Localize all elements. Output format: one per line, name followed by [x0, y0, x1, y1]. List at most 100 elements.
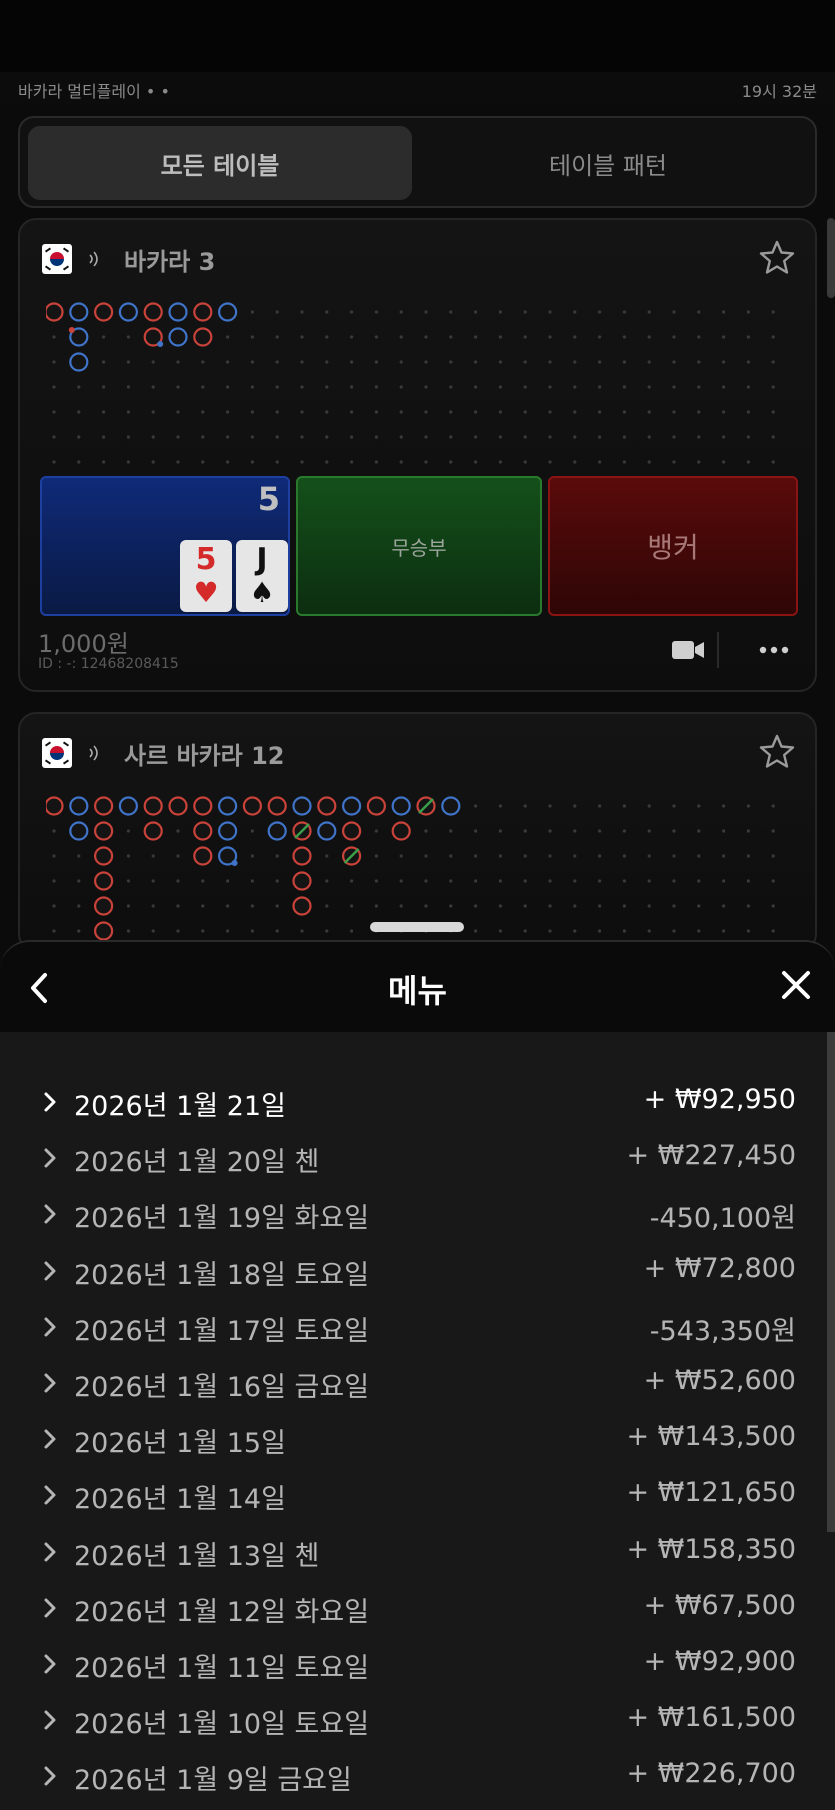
grid-dot	[374, 435, 378, 439]
table-card[interactable]: 사르 바카라 12	[18, 712, 817, 952]
grid-dot	[523, 360, 527, 364]
list-item[interactable]: 2026년 1월 10일 토요일 + ₩161,500	[0, 1692, 826, 1748]
list-item[interactable]: 2026년 1월 9일 금요일 + ₩226,700	[0, 1748, 826, 1804]
sheet-drag-handle[interactable]	[370, 922, 464, 932]
list-item[interactable]: 2026년 1월 13일 첸 + ₩158,350	[0, 1524, 826, 1580]
entry-value: + ₩161,500	[626, 1702, 796, 1734]
list-item[interactable]: 2026년 1월 16일 금요일 + ₩52,600	[0, 1355, 826, 1411]
tab-all-tables[interactable]: 모든 테이블	[28, 126, 412, 200]
bet-area-banker[interactable]: 뱅커	[548, 476, 798, 616]
grid-dot	[523, 410, 527, 414]
more-options-icon[interactable]	[757, 640, 791, 660]
grid-dot	[523, 335, 527, 339]
list-item[interactable]: 2026년 1월 21일 + ₩92,950	[0, 1074, 826, 1130]
grid-dot	[474, 410, 478, 414]
grid-dot	[548, 854, 552, 858]
grid-dot	[102, 460, 106, 464]
grid-dot	[771, 360, 775, 364]
korea-flag-icon	[42, 244, 72, 274]
road-mark	[193, 796, 213, 816]
tab-table-patterns[interactable]: 테이블 패턴	[416, 126, 800, 200]
table-card-header: 사르 바카라 12	[42, 736, 285, 770]
table-tabs: 모든 테이블 테이블 패턴	[18, 116, 817, 208]
daily-results-list[interactable]: 2026년 1월 21일 + ₩92,950 2026년 1월 20일 첸 + ₩22…	[0, 1032, 835, 1810]
list-item[interactable]: 2026년 1월 12일 화요일 + ₩67,500	[0, 1580, 826, 1636]
sound-icon	[89, 745, 98, 761]
grid-dot	[374, 335, 378, 339]
grid-dot	[498, 335, 502, 339]
road-mark	[391, 821, 411, 841]
list-item[interactable]: 2026년 1월 19일 화요일 -450,100원	[0, 1186, 826, 1242]
bet-area-player[interactable]: 5 5 ♥ J ♠	[40, 476, 290, 616]
grid-dot	[151, 435, 155, 439]
page-scrollbar[interactable]	[827, 218, 835, 298]
grid-dot	[722, 410, 726, 414]
grid-dot	[573, 335, 577, 339]
grid-dot	[201, 460, 205, 464]
close-icon[interactable]	[779, 968, 813, 1002]
road-mark	[168, 796, 188, 816]
grid-dot	[325, 410, 329, 414]
entry-date: 2026년 1월 11일 토요일	[74, 1653, 370, 1684]
road-mark	[218, 302, 238, 322]
entry-date: 2026년 1월 13일 첸	[74, 1540, 320, 1572]
list-item[interactable]: 2026년 1월 14일 + ₩121,650	[0, 1467, 826, 1523]
video-camera-icon[interactable]	[671, 638, 705, 662]
grid-dot	[672, 310, 676, 314]
grid-dot	[52, 360, 56, 364]
chevron-right-icon	[44, 1598, 56, 1618]
pair-dot	[157, 341, 164, 347]
road-mark	[46, 302, 64, 322]
grid-dot	[102, 385, 106, 389]
grid-dot	[474, 460, 478, 464]
list-item[interactable]: 2026년 1월 18일 토요일 + ₩72,800	[0, 1243, 826, 1299]
grid-dot	[722, 360, 726, 364]
bet-area-tie[interactable]: 무승부	[296, 476, 542, 616]
road-mark	[143, 821, 163, 841]
favorite-star-icon[interactable]	[757, 732, 797, 772]
grid-dot	[672, 360, 676, 364]
grid-dot	[647, 904, 651, 908]
grid-dot	[176, 854, 180, 858]
grid-dot	[300, 929, 304, 933]
road-mark	[317, 821, 337, 841]
grid-dot	[350, 410, 354, 414]
grid-dot	[622, 804, 627, 808]
entry-date: 2026년 1월 16일 금요일	[74, 1372, 370, 1403]
chevron-right-icon	[44, 1542, 56, 1562]
grid-dot	[622, 929, 627, 933]
grid-dot	[449, 854, 453, 858]
list-item[interactable]: 2026년 1월 20일 첸 + ₩227,450	[0, 1130, 826, 1186]
grid-dot	[598, 879, 602, 883]
grid-dot	[697, 310, 701, 314]
grid-dot	[598, 929, 602, 933]
grid-dot	[151, 929, 155, 933]
grid-dot	[746, 335, 751, 339]
grid-dot	[498, 360, 502, 364]
grid-dot	[647, 310, 651, 314]
grid-dot	[474, 904, 478, 908]
grid-dot	[548, 929, 552, 933]
grid-dot	[647, 929, 651, 933]
bet-amount: 1,000원	[38, 630, 129, 658]
status-bar	[0, 0, 835, 72]
entry-value: + ₩227,450	[626, 1140, 796, 1172]
grid-dot	[424, 904, 428, 908]
grid-dot	[325, 310, 329, 314]
favorite-star-icon[interactable]	[757, 238, 797, 278]
road-mark	[168, 327, 188, 347]
table-card[interactable]: 바카라 3 5 5 ♥ J ♠ 무승부 뱅커 1,000원 ID : -: 12…	[18, 218, 817, 692]
grid-dot	[548, 829, 552, 833]
entry-value: + ₩67,500	[643, 1589, 796, 1621]
list-item[interactable]: 2026년 1월 17일 토요일 -543,350원	[0, 1299, 826, 1355]
grid-dot	[424, 854, 428, 858]
list-scrollbar[interactable]	[827, 1032, 835, 1532]
grid-dot	[201, 904, 205, 908]
list-item[interactable]: 2026년 1월 11일 토요일 + ₩92,900	[0, 1636, 826, 1692]
clock: 19시 32분	[741, 82, 817, 101]
grid-dot	[275, 435, 279, 439]
grid-dot	[250, 929, 254, 933]
grid-dot	[176, 435, 180, 439]
list-item[interactable]: 2026년 1월 15일 + ₩143,500	[0, 1411, 826, 1467]
entry-value: + ₩121,650	[626, 1477, 796, 1509]
